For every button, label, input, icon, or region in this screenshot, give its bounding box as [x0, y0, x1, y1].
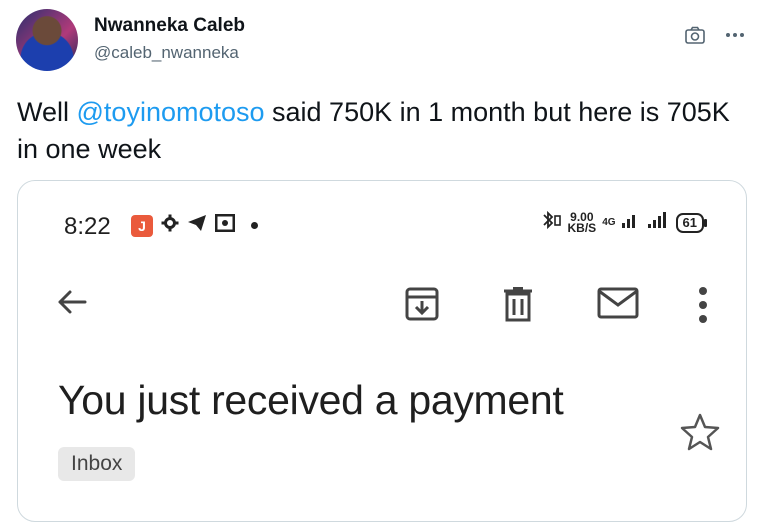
inbox-label-chip[interactable]: Inbox	[58, 447, 136, 481]
gallery-icon	[214, 213, 236, 237]
mention-link[interactable]: @toyinomotoso	[77, 97, 265, 127]
tweet-text-prefix: Well	[17, 97, 77, 127]
tweet-media-screenshot[interactable]: 8:22 J 9.00 KB/S 4G 61 You just received…	[17, 180, 747, 522]
network-type-label: 4G	[602, 217, 616, 228]
phone-status-bar: 8:22 J 9.00 KB/S 4G 61	[18, 181, 746, 261]
app-notification-icon: J	[131, 214, 153, 237]
author-avatar[interactable]	[16, 9, 78, 71]
more-vert-icon[interactable]	[698, 286, 708, 329]
speed-unit: KB/S	[567, 220, 597, 235]
delete-icon[interactable]	[502, 286, 534, 327]
back-arrow-icon[interactable]	[55, 285, 89, 324]
telegram-icon	[187, 214, 207, 237]
author-name[interactable]: Nwanneka Caleb	[94, 15, 245, 37]
battery-indicator: 61	[675, 212, 708, 233]
star-icon[interactable]	[680, 413, 720, 456]
email-toolbar	[18, 281, 746, 341]
network-speed: 9.00 KB/S	[567, 211, 597, 235]
tweet-text: Well @toyinomotoso said 750K in 1 month …	[17, 94, 737, 168]
email-subject: You just received a payment	[58, 377, 564, 423]
bluetooth-icon	[540, 210, 562, 235]
signal-icon	[621, 211, 670, 234]
tweet-top-actions	[682, 22, 748, 48]
more-icon[interactable]	[722, 22, 748, 48]
camera-icon[interactable]	[682, 22, 708, 48]
mail-icon[interactable]	[597, 286, 639, 325]
gear-icon	[161, 214, 179, 237]
status-time: 8:22	[64, 213, 111, 240]
more-notifications-dot	[251, 222, 258, 229]
status-system-icons: 9.00 KB/S 4G 61	[540, 210, 708, 235]
status-notification-icons: J	[131, 213, 258, 237]
archive-icon[interactable]	[404, 286, 440, 327]
author-handle[interactable]: @caleb_nwanneka	[94, 43, 239, 63]
